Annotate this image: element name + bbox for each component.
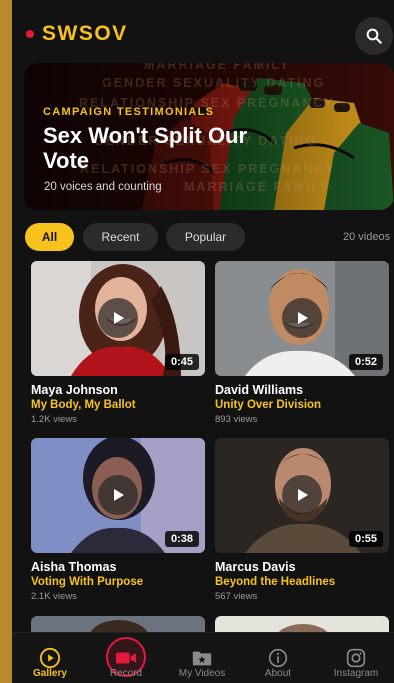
video-card[interactable]: 0:55 Marcus Davis Beyond the Headlines 5… xyxy=(215,438,389,602)
video-topic: My Body, My Ballot xyxy=(31,399,136,411)
video-topic: Unity Over Division xyxy=(215,399,322,411)
nav-label: Instagram xyxy=(333,668,379,679)
search-icon xyxy=(366,28,382,44)
instagram-icon xyxy=(344,646,368,670)
video-topic: Voting With Purpose xyxy=(31,576,144,588)
video-card[interactable]: 0:45 Maya Johnson My Body, My Ballot 1.2… xyxy=(31,261,205,425)
video-duration: 0:45 xyxy=(164,354,199,370)
video-duration: 0:38 xyxy=(164,531,199,547)
hero-subtitle: 20 voices and counting xyxy=(44,181,162,193)
nav-item-about[interactable]: About xyxy=(240,633,316,683)
play-button[interactable] xyxy=(282,475,322,515)
video-thumbnail[interactable]: 0:52 xyxy=(215,261,389,376)
video-count: 20 videos xyxy=(343,231,391,243)
play-icon xyxy=(114,489,124,501)
nav-item-my-videos[interactable]: My Videos xyxy=(164,633,240,683)
nav-item-instagram[interactable]: Instagram xyxy=(318,633,394,683)
video-author: Maya Johnson xyxy=(31,383,118,397)
video-author: David Williams xyxy=(215,383,304,397)
search-button[interactable] xyxy=(355,17,393,55)
video-author: Aisha Thomas xyxy=(31,560,117,574)
nav-label: About xyxy=(264,668,292,679)
video-views: 893 views xyxy=(215,414,258,425)
play-icon xyxy=(114,312,124,324)
hero-background-word: GENDER SEXUALITY DATING xyxy=(102,76,326,90)
video-thumbnail[interactable]: 0:38 xyxy=(31,438,205,553)
nav-label: Record xyxy=(109,668,143,679)
filter-chip-popular[interactable]: Popular xyxy=(166,223,245,251)
play-button[interactable] xyxy=(282,298,322,338)
hero-title: Sex Won't Split Our Vote xyxy=(43,123,248,173)
video-card[interactable]: 0:52 David Williams Unity Over Division … xyxy=(215,261,389,425)
app-header: SWSOV xyxy=(12,0,394,62)
play-circle-icon xyxy=(38,646,62,670)
live-dot xyxy=(26,30,34,38)
nav-label: Gallery xyxy=(33,668,67,679)
app-logo[interactable]: SWSOV xyxy=(42,22,128,46)
video-card[interactable]: 0:38 Aisha Thomas Voting With Purpose 2.… xyxy=(31,438,205,602)
folder-star-icon xyxy=(190,646,214,670)
bottom-navigation: Gallery Record My Videos About Instagram xyxy=(12,632,394,683)
hero-banner[interactable]: MARRIAGE FAMILY GENDER SEXUALITY DATING … xyxy=(24,63,394,210)
hero-background-word: MARRIAGE FAMILY xyxy=(144,63,291,72)
filter-chip-all[interactable]: All xyxy=(25,223,74,251)
info-icon xyxy=(266,646,290,670)
play-button[interactable] xyxy=(98,298,138,338)
video-views: 567 views xyxy=(215,591,258,602)
video-topic: Beyond the Headlines xyxy=(215,576,336,588)
nav-item-gallery[interactable]: Gallery xyxy=(12,633,88,683)
video-duration: 0:52 xyxy=(348,354,383,370)
video-duration: 0:55 xyxy=(348,531,383,547)
video-views: 2.1K views xyxy=(31,591,77,602)
app-screen: SWSOV MARRIAGE FAMILY GENDER SEXUALITY D… xyxy=(12,0,394,683)
nav-item-record[interactable]: Record xyxy=(88,633,164,683)
play-icon xyxy=(298,489,308,501)
hero-kicker: CAMPAIGN TESTIMONIALS xyxy=(43,106,215,118)
play-icon xyxy=(298,312,308,324)
video-views: 1.2K views xyxy=(31,414,77,425)
play-button[interactable] xyxy=(98,475,138,515)
video-camera-icon xyxy=(114,646,138,670)
video-thumbnail[interactable]: 0:45 xyxy=(31,261,205,376)
nav-label: My Videos xyxy=(178,668,226,679)
filter-chip-recent[interactable]: Recent xyxy=(83,223,158,251)
hero-background-word: MARRIAGE FAMILY xyxy=(184,180,331,194)
video-thumbnail[interactable]: 0:55 xyxy=(215,438,389,553)
video-author: Marcus Davis xyxy=(215,560,296,574)
